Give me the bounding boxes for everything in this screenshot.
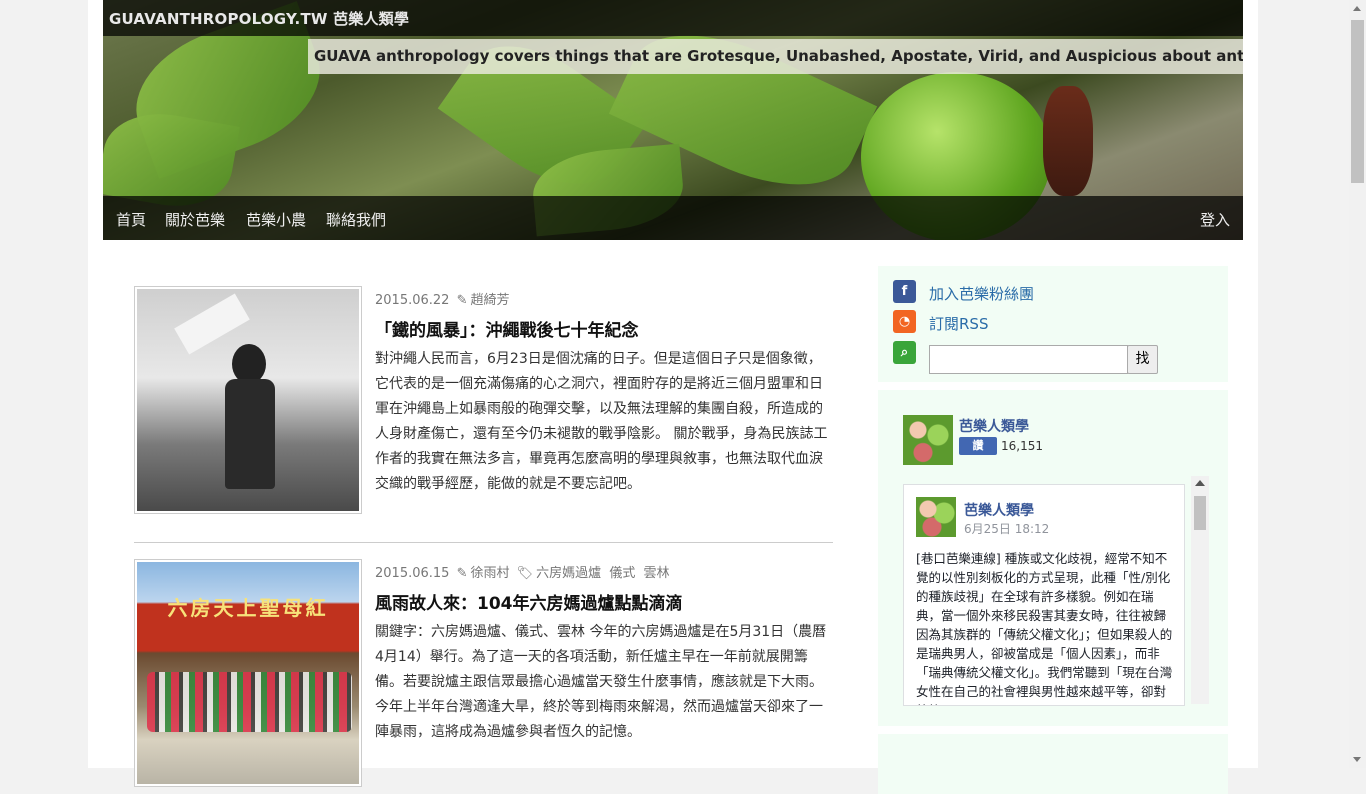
rss-link[interactable]: 訂閱RSS (929, 313, 988, 334)
war-photo-image (137, 289, 359, 511)
tagline-bar: GUAVA anthropology covers things that ar… (308, 39, 1243, 74)
sidebar-links-box: f 加入芭樂粉絲團 ◔ 訂閱RSS ⌕ 找 (878, 266, 1228, 382)
pencil-icon: ✎ (456, 566, 468, 581)
post-date: 2015.06.15 (375, 566, 450, 581)
facebook-widget-box: 芭樂人類學 讚 16,151 芭樂人類學 6月25日 18:12 [巷口芭樂連線… (878, 390, 1228, 726)
temple-photo-image: 六房天上聖母紅 (137, 562, 359, 784)
post-item: 2015.06.22 ✎ 趙綺芳 「鐵的風暴」：沖繩戰後七十年紀念 對沖繩人民而言… (134, 286, 833, 526)
post-title[interactable]: 「鐵的風暴」：沖繩戰後七十年紀念 (375, 316, 639, 341)
browser-scrollbar[interactable] (1349, 0, 1366, 768)
rss-icon[interactable]: ◔ (893, 310, 916, 333)
browser-scroll-thumb[interactable] (1351, 20, 1364, 183)
page-container: GUAVANTHROPOLOGY.TW 芭樂人類學 GUAVA anthropo… (88, 0, 1258, 794)
post-meta: 2015.06.22 ✎ 趙綺芳 (375, 289, 510, 308)
feed-page-name[interactable]: 芭樂人類學 (964, 500, 1034, 520)
search-input[interactable] (929, 345, 1128, 374)
pencil-icon: ✎ (456, 293, 468, 308)
fb-feed: 芭樂人類學 6月25日 18:12 [巷口芭樂連線] 種族或文化歧視，經常不知不… (903, 484, 1185, 706)
site-tagline: GUAVA anthropology covers things that ar… (314, 47, 1243, 65)
site-title[interactable]: GUAVANTHROPOLOGY.TW 芭樂人類學 (109, 8, 409, 29)
nav-item-farmers[interactable]: 芭樂小農 (246, 209, 306, 230)
post-tag[interactable]: 六房媽過爐 (536, 566, 601, 581)
temple-sign-text: 六房天上聖母紅 (167, 596, 329, 620)
post-author[interactable]: 趙綺芳 (470, 293, 509, 308)
search-icon: ⌕ (893, 341, 916, 364)
fb-like-button[interactable]: 讚 (959, 437, 997, 455)
login-link[interactable]: 登入 (1200, 209, 1230, 230)
scroll-up-arrow-icon[interactable] (1353, 6, 1361, 11)
post-excerpt: 對沖繩人民而言，6月23日是個沈痛的日子。但是這個日子只是個象徵，它代表的是一個… (375, 351, 828, 492)
fb-like-count: 16,151 (1001, 439, 1043, 453)
page-avatar[interactable] (903, 415, 953, 465)
guava-stem-image (1043, 86, 1093, 196)
nav-item-home[interactable]: 首頁 (116, 209, 146, 230)
post-tag[interactable]: 儀式 (609, 566, 635, 581)
post-title[interactable]: 風雨故人來：104年六房媽過爐點點滴滴 (375, 589, 683, 614)
post-item: 六房天上聖母紅 2015.06.15 ✎ 徐雨村 🏷 六房媽過爐 儀式 雲林 風雨故… (134, 559, 833, 787)
site-header: GUAVANTHROPOLOGY.TW 芭樂人類學 GUAVA anthropo… (103, 0, 1243, 240)
post-excerpt: 關鍵字：六房媽過爐、儀式、雲林 今年的六房媽過爐是在5月31日（農曆4月14）舉… (375, 624, 827, 740)
site-title-bar[interactable]: GUAVANTHROPOLOGY.TW 芭樂人類學 (103, 0, 1243, 36)
scroll-down-arrow-icon[interactable] (1353, 757, 1361, 762)
scroll-up-icon[interactable] (1195, 480, 1205, 486)
sidebar-widget-box (878, 734, 1228, 794)
feed-avatar[interactable] (916, 497, 956, 537)
fan-page-link[interactable]: 加入芭樂粉絲團 (929, 283, 1034, 304)
feed-scroll-thumb[interactable] (1194, 496, 1206, 530)
post-tag[interactable]: 雲林 (643, 566, 669, 581)
nav-item-contact[interactable]: 聯絡我們 (326, 209, 386, 230)
post-thumbnail[interactable]: 六房天上聖母紅 (134, 559, 362, 787)
post-divider (134, 542, 833, 543)
feed-post-text: [巷口芭樂連線] 種族或文化歧視，經常不知不覺的以性別刻板化的方式呈現，此種「性… (916, 551, 1173, 705)
feed-timestamp[interactable]: 6月25日 18:12 (964, 520, 1049, 537)
post-date: 2015.06.22 (375, 293, 450, 308)
feed-scrollbar[interactable] (1191, 476, 1209, 704)
main-nav: 首頁 關於芭樂 芭樂小農 聯絡我們 登入 (103, 196, 1243, 240)
search-button[interactable]: 找 (1127, 345, 1158, 374)
tag-icon: 🏷 (516, 566, 534, 581)
nav-item-about[interactable]: 關於芭樂 (165, 209, 225, 230)
fb-like-label: 讚 (972, 439, 984, 452)
post-author[interactable]: 徐雨村 (470, 566, 509, 581)
fb-page-name[interactable]: 芭樂人類學 (959, 416, 1029, 436)
post-meta: 2015.06.15 ✎ 徐雨村 🏷 六房媽過爐 儀式 雲林 (375, 562, 669, 581)
facebook-icon[interactable]: f (893, 280, 916, 303)
post-thumbnail[interactable] (134, 286, 362, 514)
